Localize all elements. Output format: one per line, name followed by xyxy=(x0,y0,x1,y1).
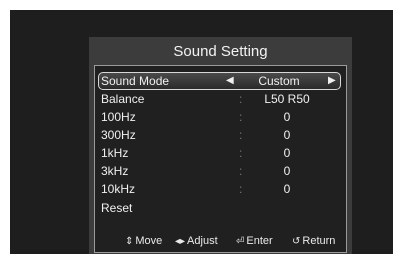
menu-item-label: Reset xyxy=(101,201,133,215)
menu-item-label: 100Hz xyxy=(101,110,136,124)
updown-arrows-icon: ⇕ xyxy=(125,236,134,247)
menu-item-3khz[interactable]: 3kHz : 0 xyxy=(99,163,340,179)
menu-item-label: 300Hz xyxy=(101,128,136,142)
hint-label: Return xyxy=(302,235,336,247)
menu-item-value: Custom xyxy=(258,74,300,88)
tv-screen: Sound Setting Sound Mode ◀ Custom ▶ Bala… xyxy=(10,10,393,254)
separator: : xyxy=(239,164,243,178)
menu-panel: Sound Mode ◀ Custom ▶ Balance : L50 R50 … xyxy=(94,65,347,253)
menu-item-1khz[interactable]: 1kHz : 0 xyxy=(99,145,340,161)
menu-item-100hz[interactable]: 100Hz : 0 xyxy=(99,109,340,125)
hint-adjust: ◂▸ Adjust xyxy=(175,233,218,250)
menu-item-value: 0 xyxy=(283,164,291,178)
left-arrow-icon[interactable]: ◀ xyxy=(226,73,234,89)
menu-item-value: 0 xyxy=(283,182,291,196)
menu-item-value: L50 R50 xyxy=(264,92,310,106)
menu-item-label: 1kHz xyxy=(101,146,129,160)
menu-item-value: 0 xyxy=(283,146,291,160)
separator: : xyxy=(239,110,243,124)
hint-move: ⇕ Move xyxy=(125,233,162,250)
hint-return: ↺ Return xyxy=(292,233,335,250)
menu-item-label: 10kHz xyxy=(101,182,136,196)
menu-item-label: 3kHz xyxy=(101,164,129,178)
leftright-arrows-icon: ◂▸ xyxy=(175,236,186,247)
menu-item-label: Sound Mode xyxy=(101,74,170,88)
menu-item-300hz[interactable]: 300Hz : 0 xyxy=(99,127,340,143)
menu-item-10khz[interactable]: 10kHz : 0 xyxy=(99,181,340,197)
separator: : xyxy=(239,146,243,160)
right-arrow-icon[interactable]: ▶ xyxy=(328,73,336,89)
hint-label: Enter xyxy=(246,235,273,247)
menu-item-value: 0 xyxy=(283,110,291,124)
enter-icon: ⏎ xyxy=(236,236,245,247)
hint-enter: ⏎ Enter xyxy=(236,233,273,250)
menu-item-label: Balance xyxy=(101,92,145,106)
hint-label: Move xyxy=(135,235,163,247)
menu-item-balance[interactable]: Balance : L50 R50 xyxy=(99,91,340,107)
hint-label: Adjust xyxy=(187,235,218,247)
return-icon: ↺ xyxy=(292,236,301,247)
sound-setting-dialog: Sound Setting Sound Mode ◀ Custom ▶ Bala… xyxy=(89,37,352,254)
key-hint-bar: ⇕ Move ◂▸ Adjust ⏎ Enter ↺ Return xyxy=(89,233,352,249)
separator: : xyxy=(239,92,243,106)
separator: : xyxy=(239,182,243,196)
menu-item-value: 0 xyxy=(283,128,291,142)
menu-item-reset[interactable]: Reset xyxy=(99,200,340,216)
dialog-title: Sound Setting xyxy=(173,43,268,60)
menu-item-sound-mode[interactable]: Sound Mode ◀ Custom ▶ xyxy=(98,72,341,90)
separator: : xyxy=(239,128,243,142)
